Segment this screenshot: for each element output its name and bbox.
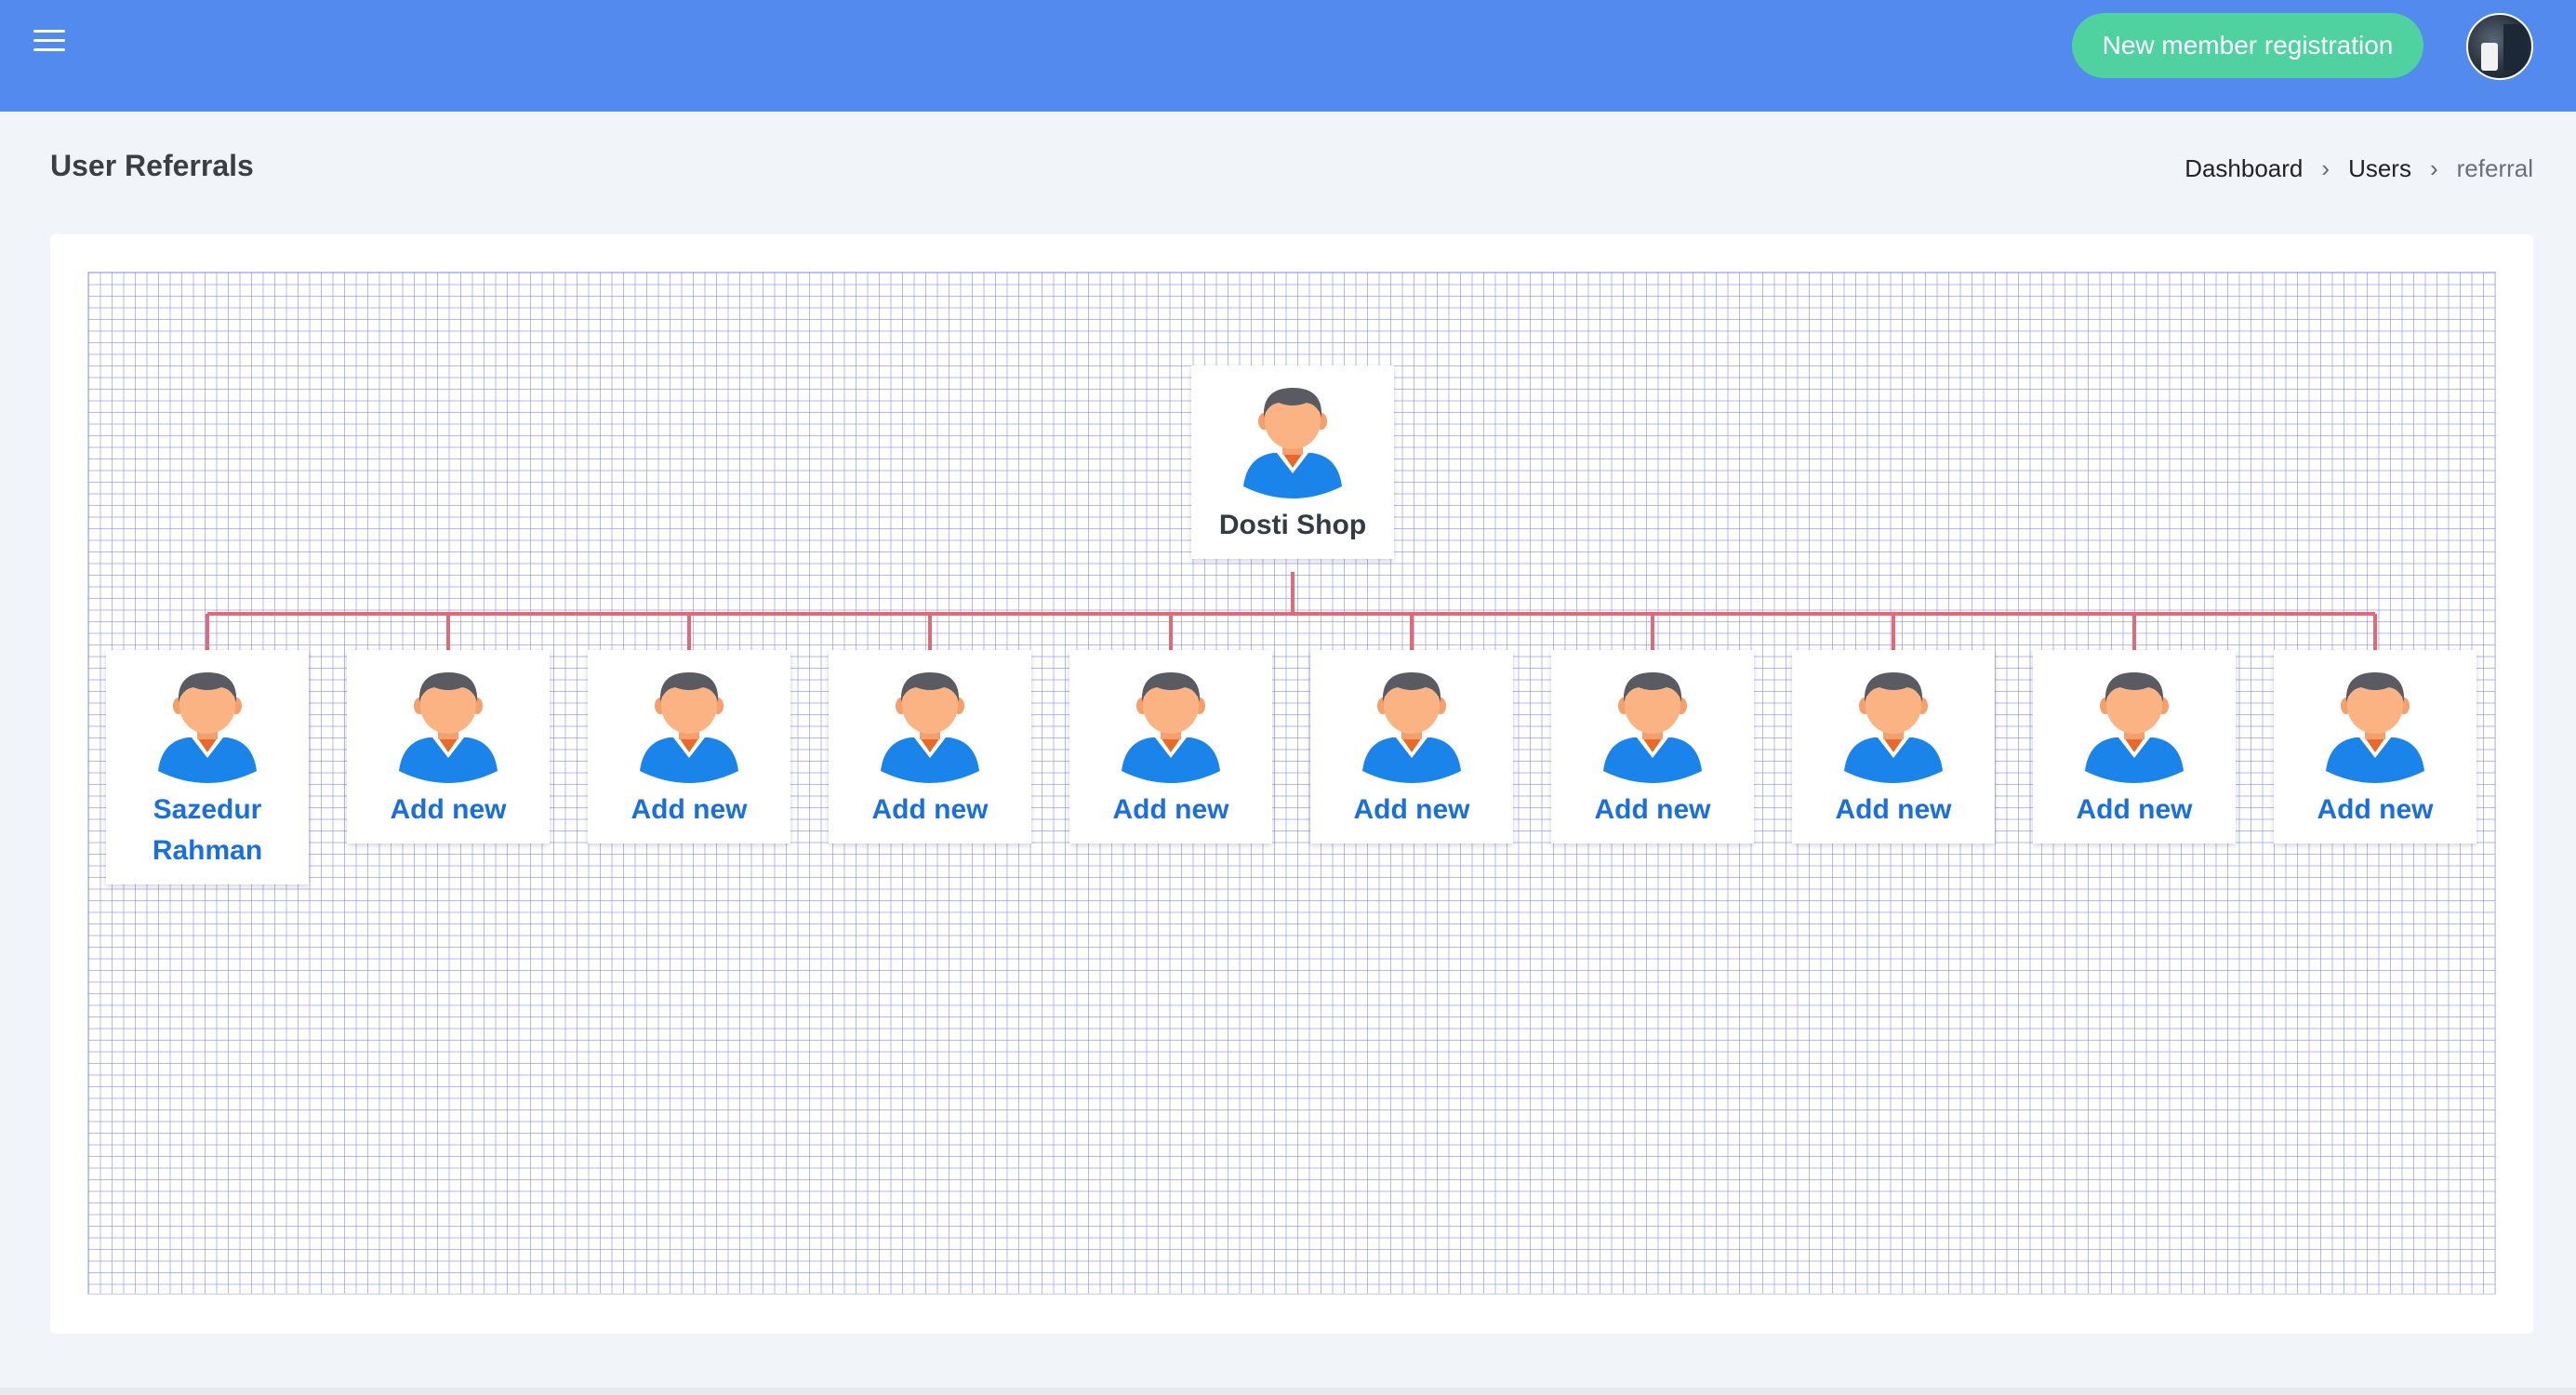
user-icon — [2085, 672, 2184, 783]
page-title: User Referrals — [50, 149, 254, 182]
chevron-right-icon: › — [2429, 154, 2438, 182]
node-label: Add new — [1353, 794, 1470, 825]
breadcrumb: Dashboard › Users › referral — [2184, 154, 2533, 183]
child-node-3[interactable]: Add new — [829, 650, 1031, 844]
user-icon — [158, 672, 257, 783]
user-icon — [1243, 388, 1342, 498]
breadcrumb-current: referral — [2456, 154, 2533, 182]
chevron-right-icon: › — [2321, 154, 2330, 182]
new-member-registration-button[interactable]: New member registration — [2072, 13, 2423, 78]
breadcrumb-dashboard[interactable]: Dashboard — [2184, 154, 2303, 183]
node-label: Sazedur Rahman — [152, 794, 263, 866]
footer-strip — [0, 1388, 2576, 1395]
child-node-2[interactable]: Add new — [588, 650, 790, 844]
referral-tree-card: Dosti Shop Sazedur Rahman Add new Add new Ad… — [50, 234, 2533, 1334]
top-navbar: New member registration — [0, 0, 2576, 112]
breadcrumb-users[interactable]: Users — [2348, 154, 2411, 183]
node-label: Add new — [390, 794, 507, 825]
child-node-1[interactable]: Add new — [347, 650, 550, 844]
node-label: Add new — [1835, 794, 1952, 825]
child-node-8[interactable]: Add new — [2033, 650, 2236, 844]
root-node[interactable]: Dosti Shop — [1191, 365, 1394, 559]
child-node-5[interactable]: Add new — [1310, 650, 1513, 844]
user-icon — [1362, 672, 1461, 783]
user-icon — [881, 672, 979, 783]
user-icon — [1603, 672, 1702, 783]
user-icon — [399, 672, 498, 783]
child-node-7[interactable]: Add new — [1792, 650, 1995, 844]
user-icon — [1122, 672, 1220, 783]
user-icon — [1844, 672, 1943, 783]
node-label: Dosti Shop — [1218, 510, 1367, 540]
referral-tree-canvas: Dosti Shop Sazedur Rahman Add new Add new Ad… — [87, 272, 2496, 1295]
node-label: Add new — [2317, 794, 2434, 825]
child-node-9[interactable]: Add new — [2274, 650, 2476, 844]
child-node-6[interactable]: Add new — [1551, 650, 1754, 844]
node-label: Add new — [1594, 794, 1711, 825]
user-icon — [640, 672, 738, 783]
node-label: Add new — [631, 794, 748, 825]
node-label: Add new — [2076, 794, 2193, 825]
child-node-4[interactable]: Add new — [1069, 650, 1272, 844]
hamburger-icon[interactable] — [32, 26, 69, 56]
node-label: Add new — [1112, 794, 1229, 825]
node-label: Add new — [871, 794, 989, 825]
child-node-0[interactable]: Sazedur Rahman — [106, 650, 309, 884]
avatar[interactable] — [2466, 13, 2533, 80]
user-icon — [2326, 672, 2424, 783]
